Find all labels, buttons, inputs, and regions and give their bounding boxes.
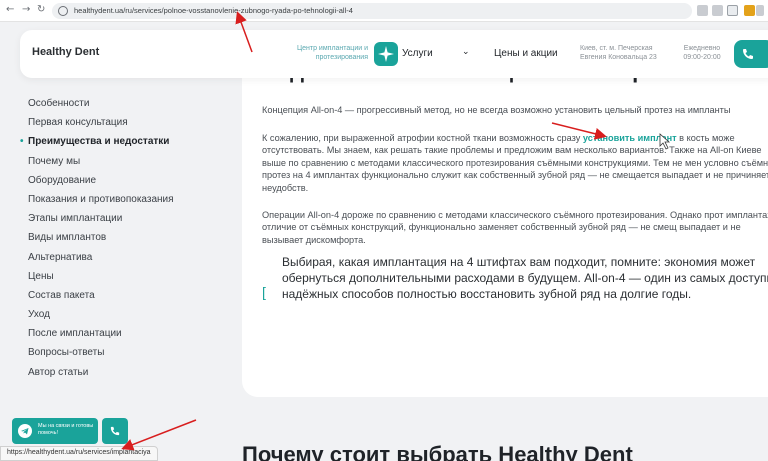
address-bar-url: healthydent.ua/ru/services/polnoe-vossta… bbox=[74, 6, 353, 15]
sidebar-item-after[interactable]: После имплантации bbox=[28, 324, 228, 343]
site-info-icon[interactable] bbox=[58, 6, 68, 16]
sidebar-item-equipment[interactable]: Оборудование bbox=[28, 171, 228, 190]
working-hours: Ежедневно 09:00-20:00 bbox=[676, 44, 728, 62]
status-bar-url: https://healthydent.ua/ru/services/impla… bbox=[0, 446, 158, 461]
next-section-heading: Почему стоит выбрать Healthy Dent bbox=[242, 442, 633, 461]
logo[interactable]: Healthy Dent bbox=[32, 46, 99, 58]
call-widget[interactable] bbox=[102, 418, 128, 444]
site-header: Healthy Dent Центр имплантации и протези… bbox=[20, 30, 768, 78]
center-label: Центр имплантации и протезирования bbox=[296, 45, 368, 61]
telegram-icon bbox=[18, 424, 32, 438]
nav-services[interactable]: Услуги bbox=[402, 48, 433, 59]
sidebar-item-alternative[interactable]: Альтернатива bbox=[28, 248, 228, 267]
sidebar-item-pros-cons[interactable]: Преимущества и недостатки bbox=[20, 132, 228, 151]
back-icon[interactable]: ← bbox=[6, 4, 14, 15]
toc-sidebar: Особенности Первая консультация Преимуще… bbox=[20, 94, 228, 382]
messenger-widget[interactable]: Мы на связи и готовы помочь! bbox=[12, 418, 98, 444]
chevron-down-icon[interactable]: ⌄ bbox=[462, 46, 470, 57]
browser-toolbar: ← → ↻ healthydent.ua/ru/services/polnoe-… bbox=[0, 0, 768, 22]
address-text: Киев, ст. м. Печерская Евгения Коновальц… bbox=[580, 45, 657, 61]
menu-icon[interactable] bbox=[756, 5, 764, 16]
sidebar-item-care[interactable]: Уход bbox=[28, 305, 228, 324]
sidebar-item-faq[interactable]: Вопросы-ответы bbox=[28, 343, 228, 362]
translate-icon[interactable] bbox=[697, 5, 708, 16]
paragraph-concept: Концепция All-on-4 — прогрессивный метод… bbox=[262, 105, 731, 115]
extension-icon[interactable] bbox=[744, 5, 755, 16]
sparkle-icon[interactable] bbox=[374, 42, 398, 66]
phone-button[interactable] bbox=[734, 40, 768, 68]
hours-label: Ежедневно bbox=[683, 45, 721, 52]
nav-prices[interactable]: Цены и акции bbox=[494, 48, 558, 59]
sidebar-item-implant-types[interactable]: Виды имплантов bbox=[28, 228, 228, 247]
sidebar-item-prices[interactable]: Цены bbox=[28, 267, 228, 286]
reader-icon[interactable] bbox=[712, 5, 723, 16]
hours-value: 09:00-20:00 bbox=[683, 54, 721, 61]
paragraph-text: К сожалению, при выраженной атрофии кост… bbox=[262, 133, 583, 143]
paragraph-atrophy: К сожалению, при выраженной атрофии кост… bbox=[262, 132, 768, 194]
reload-icon[interactable]: ↻ bbox=[37, 4, 45, 15]
forward-icon[interactable]: → bbox=[22, 4, 30, 15]
quote-mark: [ bbox=[262, 284, 266, 300]
sidebar-item-why-us[interactable]: Почему мы bbox=[28, 152, 228, 171]
quote-text: Выбирая, какая имплантация на 4 штифтах … bbox=[282, 255, 768, 301]
sidebar-item-indications[interactable]: Показания и противопоказания bbox=[28, 190, 228, 209]
sidebar-item-author[interactable]: Автор статьи bbox=[28, 363, 228, 382]
address-bar[interactable]: healthydent.ua/ru/services/polnoe-vossta… bbox=[52, 3, 692, 19]
paragraph-cost: Операции All-on-4 дороже по сравнению с … bbox=[262, 210, 768, 245]
install-implant-link[interactable]: установить имплант bbox=[583, 133, 677, 143]
page: Healthy Dent Центр имплантации и протези… bbox=[0, 22, 768, 461]
sidebar-item-stages[interactable]: Этапы имплантации bbox=[28, 209, 228, 228]
sidebar-item-consultation[interactable]: Первая консультация bbox=[28, 113, 228, 132]
sidebar-item-features[interactable]: Особенности bbox=[28, 94, 228, 113]
phone-icon bbox=[110, 426, 120, 436]
sidebar-item-package[interactable]: Состав пакета bbox=[28, 286, 228, 305]
bookmark-icon[interactable] bbox=[727, 5, 738, 16]
messenger-text: Мы на связи и готовы помочь! bbox=[38, 423, 94, 436]
